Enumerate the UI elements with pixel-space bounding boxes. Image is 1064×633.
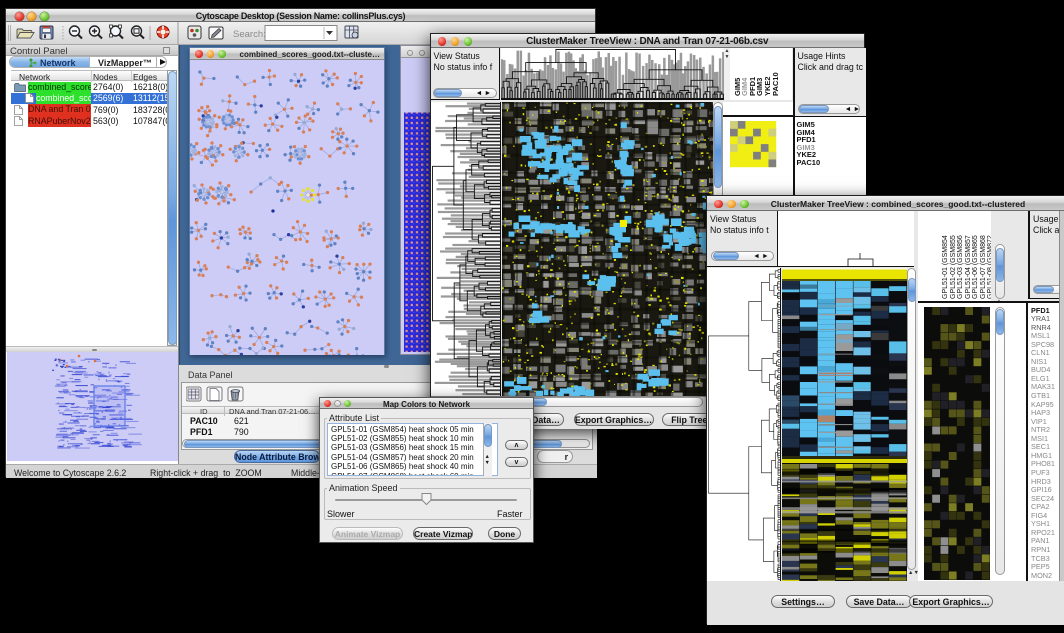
svg-text:Search:: Search:: [233, 29, 266, 40]
